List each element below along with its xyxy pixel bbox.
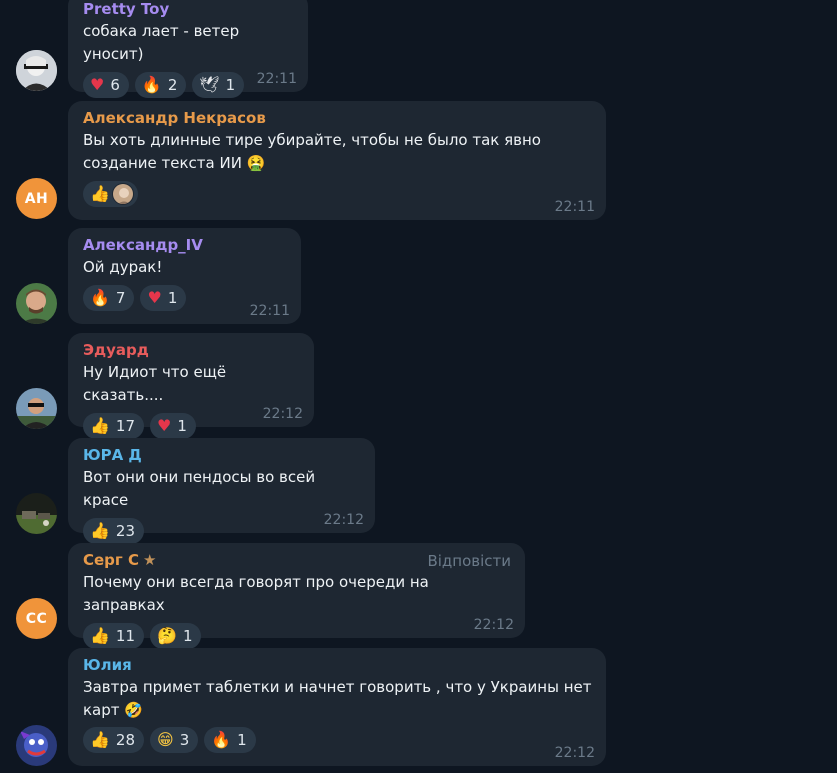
- reaction-heart[interactable]: ♥ 1: [140, 285, 187, 311]
- message-text: Почему они всегда говорят про очереди на…: [83, 573, 434, 614]
- fire-icon: 🔥: [90, 288, 110, 307]
- reaction-fire[interactable]: 🔥 2: [134, 72, 187, 98]
- reply-button[interactable]: Відповісти: [427, 552, 511, 570]
- message-text: Завтра примет таблетки и начнет говорить…: [83, 678, 592, 719]
- message-text: Ну Идиот что ещё сказать....: [83, 363, 231, 404]
- sender-name[interactable]: Pretty Toy: [83, 0, 294, 20]
- message-time: 22:12: [473, 617, 514, 633]
- reactions: 👍 11 🤔 1: [83, 623, 511, 649]
- thumbs-up-icon: 👍: [90, 184, 110, 203]
- reactions: 👍 28 😁 3 🔥 1: [83, 727, 592, 753]
- sender-name[interactable]: Александр_IV: [83, 235, 287, 256]
- heart-icon: ♥: [90, 75, 105, 94]
- reaction-thumbs-up[interactable]: 👍 23: [83, 518, 145, 544]
- fire-icon: 🔥: [141, 75, 162, 94]
- message-text: Вот они они пендосы во всей красе: [83, 468, 320, 509]
- message-bubble[interactable]: Александр Некрасов Вы хоть длинные тире …: [68, 101, 606, 220]
- reaction-thinking[interactable]: 🤔 1: [150, 623, 202, 649]
- message-text: Ой дурак!: [83, 258, 163, 276]
- thumbs-up-icon: 👍: [90, 730, 110, 749]
- star-icon: ★: [143, 551, 157, 569]
- avatar[interactable]: [16, 493, 57, 534]
- reaction-heart[interactable]: ♥ 1: [150, 413, 196, 439]
- reaction-fire[interactable]: 🔥 1: [204, 727, 256, 753]
- message-bubble[interactable]: Юлия Завтра примет таблетки и начнет гов…: [68, 648, 606, 766]
- message-time: 22:12: [262, 406, 303, 422]
- reaction-thumbs-up[interactable]: 👍 11: [83, 623, 145, 649]
- reaction-heart[interactable]: ♥ 6: [83, 72, 129, 98]
- thumbs-up-icon: 👍: [90, 416, 110, 435]
- sender-name[interactable]: Юлия: [83, 655, 592, 676]
- reaction-grinning[interactable]: 😁 3: [150, 727, 199, 753]
- avatar[interactable]: [16, 50, 57, 91]
- avatar[interactable]: [16, 283, 57, 324]
- avatar[interactable]: CC: [16, 598, 57, 639]
- message-time: 22:12: [323, 512, 364, 528]
- reaction-thumbs-up[interactable]: 👍 28: [83, 727, 145, 753]
- heart-icon: ♥: [147, 288, 162, 307]
- message-bubble[interactable]: Серг С ★ Відповісти Почему они всегда гов…: [68, 543, 525, 649]
- thumbs-up-icon: 👍: [90, 626, 110, 645]
- message-bubble[interactable]: Эдуард Ну Идиот что ещё сказать.... 👍 17 …: [68, 333, 314, 439]
- reactions: 👍 23: [83, 518, 361, 544]
- heart-icon: ♥: [157, 416, 172, 435]
- message-bubble[interactable]: ЮРА Д Вот они они пендосы во всей красе …: [68, 438, 375, 544]
- message-time: 22:11: [554, 199, 595, 215]
- dove-icon: 🕊: [199, 75, 220, 94]
- reaction-thumbs-up[interactable]: 👍: [83, 181, 138, 207]
- message-bubble[interactable]: Pretty Toy собака лает - ветер уносит) ♥…: [68, 0, 308, 98]
- avatar[interactable]: [16, 388, 57, 429]
- message-text: Вы хоть длинные тире убирайте, чтобы не …: [83, 131, 541, 172]
- thumbs-up-icon: 👍: [90, 521, 110, 540]
- avatar[interactable]: АН: [16, 178, 57, 219]
- reactions: 👍: [83, 181, 592, 207]
- avatar[interactable]: [16, 725, 57, 766]
- reaction-dove[interactable]: 🕊 1: [192, 72, 245, 98]
- fire-icon: 🔥: [211, 730, 232, 749]
- message-time: 22:11: [249, 303, 290, 319]
- reaction-fire[interactable]: 🔥 7: [83, 285, 135, 311]
- message-time: 22:12: [554, 745, 595, 761]
- chat-message-list: Pretty Toy собака лает - ветер уносит) ♥…: [0, 0, 837, 773]
- message-bubble[interactable]: Александр_IV Ой дурак! 🔥 7 ♥ 1 22:11: [68, 228, 301, 324]
- sender-name[interactable]: Александр Некрасов: [83, 108, 592, 129]
- thinking-face-icon: 🤔: [157, 626, 177, 645]
- grinning-face-icon: 😁: [157, 730, 174, 749]
- message-text: собака лает - ветер уносит): [83, 22, 244, 63]
- sender-name[interactable]: ЮРА Д: [83, 445, 361, 466]
- reaction-thumbs-up[interactable]: 👍 17: [83, 413, 145, 439]
- reactor-avatar: [111, 183, 134, 205]
- message-time: 22:11: [256, 71, 297, 87]
- sender-name[interactable]: Эдуард: [83, 340, 300, 361]
